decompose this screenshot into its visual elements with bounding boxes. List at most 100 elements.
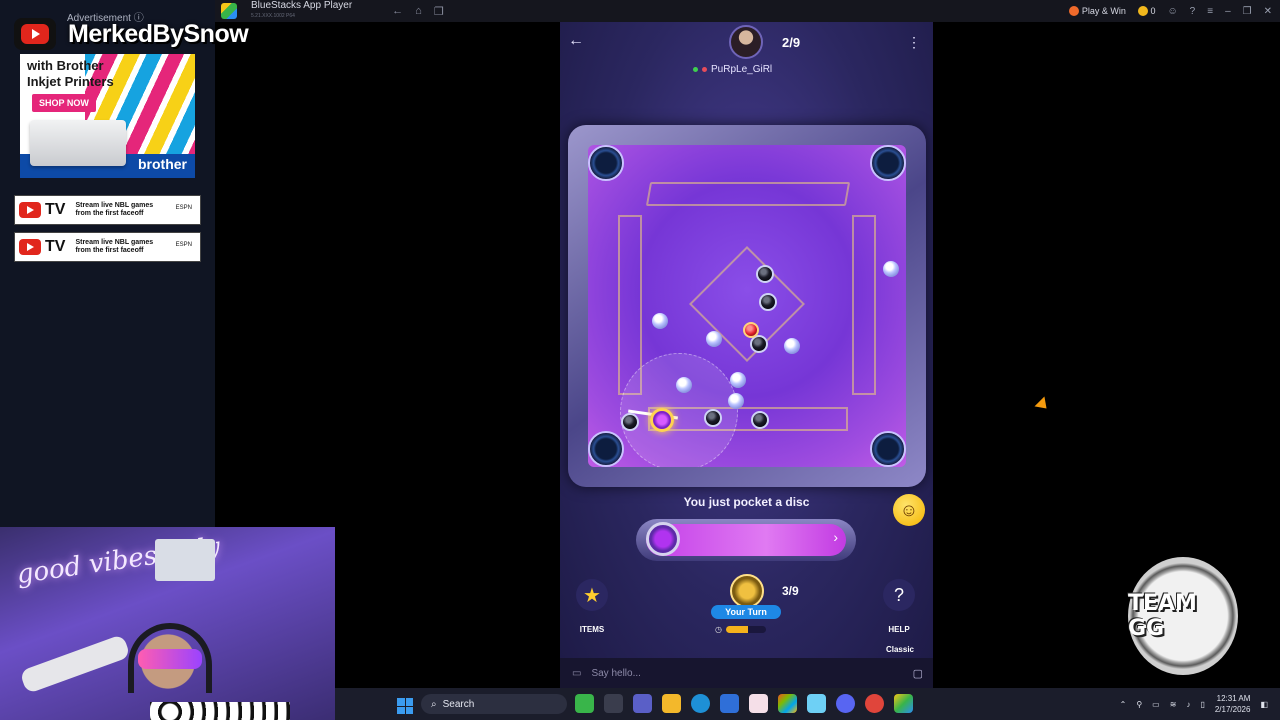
app-icon[interactable] [807, 694, 826, 713]
shop-now-button[interactable]: SHOP NOW [32, 94, 96, 112]
air-conditioner [155, 539, 215, 581]
volume-icon[interactable]: ♪ [1186, 700, 1190, 709]
pocket-top-right [870, 145, 906, 181]
network-icon[interactable]: ⚲ [1136, 700, 1142, 709]
flag-icon [702, 67, 707, 72]
opponent-name: PuRpLe_GiRl [693, 64, 772, 75]
chat-bar[interactable]: ▭ Say hello... ▢ [560, 658, 933, 688]
white-disc [706, 331, 722, 347]
bluestacks-icon[interactable] [894, 694, 913, 713]
white-disc [652, 313, 668, 329]
brother-logo: brother [138, 156, 187, 172]
turn-timer [726, 626, 766, 633]
carrom-board[interactable] [588, 145, 906, 467]
turn-badge: Your Turn [711, 605, 781, 619]
black-disc [756, 265, 774, 283]
power-slider[interactable]: › [636, 519, 856, 561]
carrom-board-frame [568, 125, 926, 487]
printer-image [30, 120, 126, 166]
help-icon[interactable]: ? [883, 579, 915, 611]
clock[interactable]: 12:31 AM 2/17/2026 [1215, 693, 1251, 715]
white-disc [676, 377, 692, 393]
channel-overlay: MerkedBySnow [14, 18, 249, 50]
pocket-top-left [588, 145, 624, 181]
coins-counter[interactable]: 0 [1137, 6, 1155, 17]
bluestacks-title-bar: BlueStacks App Player 5.21.XXX.1002 P64 … [215, 0, 1280, 22]
battery-icon[interactable]: ▯ [1200, 700, 1204, 709]
ad-headline: with Brother Inkjet Printers [27, 58, 114, 89]
youtube-play-icon [19, 202, 41, 218]
monitor-icon[interactable]: ▭ [1152, 700, 1160, 709]
app-icon[interactable] [575, 694, 594, 713]
chat-icon: ▭ [572, 667, 582, 679]
search-icon: ⌕ [431, 698, 437, 710]
sticker-icon[interactable]: ▢ [913, 667, 923, 680]
webcam-overlay: good vibes only [0, 527, 335, 720]
chevron-up-icon[interactable]: ⌃ [1120, 700, 1127, 709]
emoji-icon[interactable]: ☺ [893, 494, 925, 526]
striker-slider-handle[interactable] [646, 522, 680, 556]
player-score: 3/9 [782, 584, 799, 598]
store-icon[interactable] [720, 694, 739, 713]
help-label: HELP [888, 625, 910, 634]
play-win-button[interactable]: Play & Win [1069, 6, 1126, 17]
star-icon[interactable]: ★ [576, 579, 608, 611]
teams-icon[interactable] [633, 694, 652, 713]
windows-taskbar: ⌕ Search ⌃ ⚲ ▭ ≋ ♪ ▯ 12:31 AM 2/17/2026 ◧ [335, 688, 1280, 720]
black-disc [704, 409, 722, 427]
menu-icon[interactable]: ≡ [1207, 6, 1213, 17]
wifi-icon[interactable]: ≋ [1170, 700, 1177, 709]
taskbar-search[interactable]: ⌕ Search [421, 694, 567, 714]
opponent-score: 2/9 [782, 35, 801, 50]
opponent-avatar[interactable] [729, 25, 763, 59]
help-icon[interactable]: ? [1190, 6, 1196, 17]
black-disc [751, 411, 769, 429]
chat-input[interactable]: Say hello... [591, 668, 640, 679]
youtube-tv-ad[interactable]: TV Stream live NBL games from the first f… [14, 232, 201, 262]
status-message: You just pocket a disc [683, 495, 810, 509]
player-avatar[interactable] [730, 574, 764, 608]
black-disc [621, 413, 639, 431]
copilot-icon[interactable] [778, 694, 797, 713]
microphone [19, 633, 131, 695]
file-explorer-icon[interactable] [662, 694, 681, 713]
baseline-right [852, 215, 876, 395]
youtube-play-icon [19, 239, 41, 255]
mouse-cursor [1034, 396, 1052, 414]
back-icon[interactable]: ← [392, 5, 403, 18]
chrome-icon[interactable] [865, 694, 884, 713]
brother-printer-ad[interactable]: with Brother Inkjet Printers SHOP NOW br… [20, 54, 195, 178]
more-options-icon[interactable]: ⋮ [907, 34, 921, 51]
pocket-bottom-right [870, 431, 906, 467]
bluestacks-logo-icon [221, 3, 237, 19]
white-disc [728, 393, 744, 409]
team-gg-logo: TEAM GG [1128, 557, 1238, 675]
black-disc [759, 293, 777, 311]
game-mode-label: Classic [885, 645, 914, 654]
task-view-icon[interactable] [604, 694, 623, 713]
avatar-icon[interactable]: ☺ [1167, 6, 1177, 17]
queen-disc [743, 322, 759, 338]
white-disc [784, 338, 800, 354]
items-label: ITEMS [579, 625, 605, 634]
discord-icon[interactable] [836, 694, 855, 713]
notification-icon[interactable]: ◧ [1260, 700, 1268, 709]
minimize-icon[interactable]: – [1225, 6, 1231, 17]
multi-window-icon[interactable]: ❐ [434, 5, 444, 18]
close-icon[interactable]: ✕ [1264, 6, 1272, 17]
striker[interactable] [650, 408, 674, 432]
home-icon[interactable]: ⌂ [415, 5, 422, 18]
chevron-right-icon: › [833, 529, 838, 545]
restore-icon[interactable]: ❐ [1243, 6, 1252, 17]
back-arrow-icon[interactable]: ← [568, 32, 584, 50]
clock-icon: ◷ [715, 625, 722, 634]
shirt [150, 702, 290, 720]
carrom-game: ← ⋮ 2/9 PuRpLe_GiRl You just pocket a di… [560, 22, 933, 688]
window-title: BlueStacks App Player 5.21.XXX.1002 P64 [251, 0, 353, 20]
white-disc [883, 261, 899, 277]
edge-icon[interactable] [691, 694, 710, 713]
youtube-tv-ad[interactable]: TV Stream live NBL games from the first f… [14, 195, 201, 225]
goggles [138, 649, 202, 669]
app-icon[interactable] [749, 694, 768, 713]
windows-start-icon[interactable] [397, 698, 413, 714]
